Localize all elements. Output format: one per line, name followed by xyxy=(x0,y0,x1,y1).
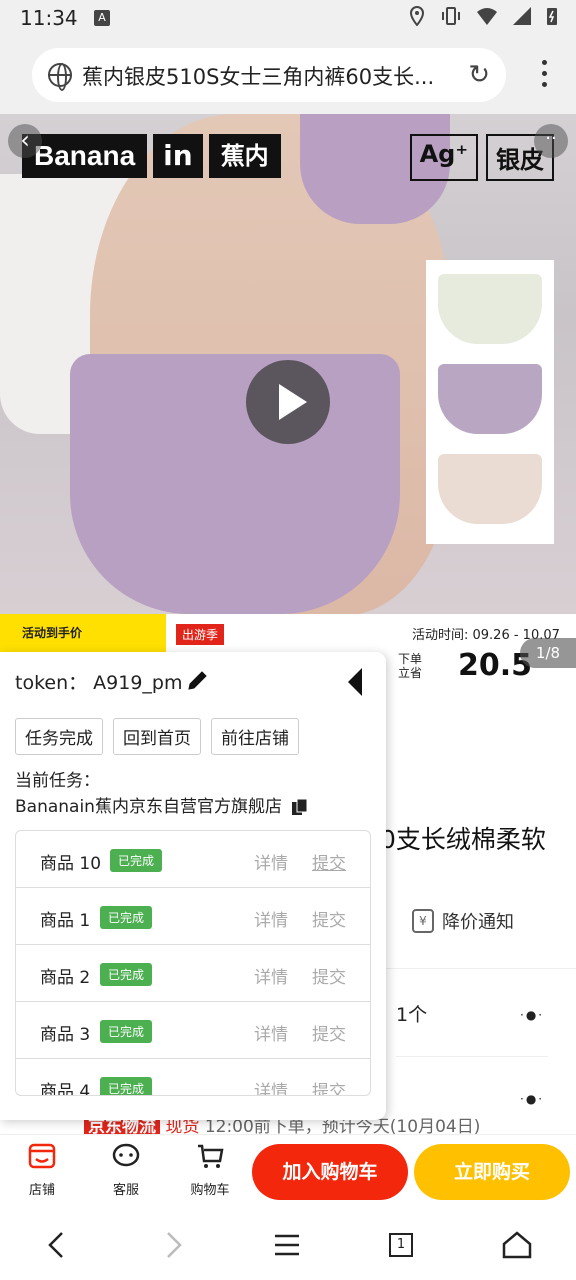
material-tags: Ag⁺ 银皮 xyxy=(409,134,554,181)
status-badge: 已完成 xyxy=(100,906,153,929)
tabs-icon: 1 xyxy=(389,1233,413,1257)
image-counter: 1/8 xyxy=(520,638,576,668)
task-list[interactable]: 商品 10 已完成 详情 提交 商品 1 已完成 详情 提交 商品 2 已完成 … xyxy=(15,830,371,1096)
task-name: 商品 3 xyxy=(40,1025,91,1045)
more-dots-icon-2[interactable]: ·●· xyxy=(520,1092,544,1106)
bottom-action-bar: 店铺 客服 购物车 加入购物车 立即购买 xyxy=(0,1134,576,1208)
task-name: 商品 1 xyxy=(40,911,91,931)
submit-link[interactable]: 提交 xyxy=(312,963,346,988)
browser-nav-bar: 1 xyxy=(0,1208,576,1280)
wifi-icon xyxy=(477,8,497,25)
menu-icon[interactable] xyxy=(270,1228,304,1262)
brand-in: in xyxy=(153,134,203,178)
task-done-button[interactable]: 任务完成 xyxy=(15,718,103,755)
token-label: token： xyxy=(15,672,88,694)
tag-ag: Ag⁺ xyxy=(409,134,478,181)
status-badge: 已完成 xyxy=(110,849,163,872)
globe-icon xyxy=(48,63,72,91)
home-icon[interactable] xyxy=(500,1228,534,1262)
notification-a-icon: A xyxy=(94,10,110,26)
quantity-value[interactable]: 1个 xyxy=(396,1000,427,1027)
token-value: A919_pm xyxy=(93,672,183,694)
task-row: 商品 4 已完成 详情 提交 xyxy=(16,1059,370,1096)
url-text[interactable]: 蕉内银皮510S女士三角内裤60支长... xyxy=(82,61,452,91)
status-badge: 已完成 xyxy=(100,963,153,986)
more-dots-icon[interactable]: ·●· xyxy=(520,1008,544,1022)
promo-tag: 出游季 xyxy=(176,624,225,645)
shop-label: 店铺 xyxy=(28,1183,55,1198)
brief-graphic xyxy=(70,354,400,614)
status-icons xyxy=(408,6,558,26)
signal-icon xyxy=(513,7,531,25)
more-icon[interactable]: ·· xyxy=(534,124,568,158)
service-button[interactable]: 客服 xyxy=(96,1143,156,1198)
task-row: 商品 2 已完成 详情 提交 xyxy=(16,945,370,1002)
detail-link[interactable]: 详情 xyxy=(254,906,288,931)
panel-buttons: 任务完成 回到首页 前往店铺 xyxy=(15,718,299,755)
collapse-panel-icon[interactable] xyxy=(348,668,362,696)
status-bar: 11:34 A xyxy=(0,0,576,36)
go-shop-button[interactable]: 前往店铺 xyxy=(211,718,299,755)
detail-link[interactable]: 详情 xyxy=(254,1077,288,1095)
address-bar[interactable]: 蕉内银皮510S女士三角内裤60支长... ↻ xyxy=(32,48,506,102)
status-badge: 已完成 xyxy=(100,1077,153,1095)
edit-pencil-icon[interactable] xyxy=(186,668,210,692)
swatch-purple xyxy=(438,364,542,434)
vibrate-icon xyxy=(442,7,460,25)
cart-icon xyxy=(198,1144,224,1168)
token-line: token： A919_pm xyxy=(15,668,182,695)
current-task-label: 当前任务： xyxy=(15,771,100,791)
task-name: 商品 2 xyxy=(40,968,91,988)
buy-now-button[interactable]: 立即购买 xyxy=(414,1144,570,1200)
detail-link[interactable]: 详情 xyxy=(254,963,288,988)
submit-link[interactable]: 提交 xyxy=(312,1077,346,1095)
task-row: 商品 3 已完成 详情 提交 xyxy=(16,1002,370,1059)
reload-icon[interactable]: ↻ xyxy=(468,60,490,90)
swatch-green xyxy=(438,274,542,344)
brand-jiaonei: 蕉内 xyxy=(208,134,281,178)
task-name: 商品 4 xyxy=(40,1082,91,1096)
play-video-icon[interactable] xyxy=(246,360,330,444)
browser-toolbar: 蕉内银皮510S女士三角内裤60支长... ↻ xyxy=(0,36,576,114)
add-to-cart-button[interactable]: 加入购物车 xyxy=(252,1144,408,1200)
go-home-button[interactable]: 回到首页 xyxy=(113,718,201,755)
cart-button[interactable]: 购物车 xyxy=(180,1143,240,1198)
shop-button[interactable]: 店铺 xyxy=(12,1143,72,1198)
task-row: 商品 10 已完成 详情 提交 xyxy=(16,831,370,888)
copy-icon[interactable] xyxy=(291,798,309,816)
submit-link[interactable]: 提交 xyxy=(312,849,346,874)
shop-icon xyxy=(28,1143,56,1169)
submit-link[interactable]: 提交 xyxy=(312,1020,346,1045)
customer-service-icon xyxy=(112,1143,140,1167)
status-time: 11:34 xyxy=(20,6,78,30)
service-label: 客服 xyxy=(112,1183,139,1198)
product-image[interactable]: Banana in 蕉内 Ag⁺ 银皮 ‹ ·· xyxy=(0,114,576,616)
brand-logo: Banana in 蕉内 xyxy=(22,134,281,178)
divider xyxy=(396,1056,548,1057)
price-drop-label: 降价通知 xyxy=(442,912,514,933)
price-tag-icon: ¥ xyxy=(412,909,434,933)
overflow-menu-icon[interactable] xyxy=(542,60,548,93)
back-icon[interactable] xyxy=(40,1228,74,1262)
detail-link[interactable]: 详情 xyxy=(254,849,288,874)
cart-label: 购物车 xyxy=(190,1183,230,1198)
task-panel: token： A919_pm 任务完成 回到首页 前往店铺 当前任务： Banan… xyxy=(0,652,386,1120)
promo-left-label: 活动到手价 xyxy=(22,626,83,640)
tabs-button[interactable]: 1 xyxy=(384,1228,418,1262)
product-title-partial: 0支长绒棉柔软 xyxy=(380,825,546,854)
task-row: 商品 1 已完成 详情 提交 xyxy=(16,888,370,945)
battery-icon xyxy=(547,8,557,25)
detail-link[interactable]: 详情 xyxy=(254,1020,288,1045)
location-icon xyxy=(409,6,425,26)
swatch-beige xyxy=(438,454,542,524)
task-name: 商品 10 xyxy=(40,854,102,874)
promo-save-label: 下单 立省 xyxy=(398,652,423,680)
status-badge: 已完成 xyxy=(100,1020,153,1043)
color-swatches xyxy=(426,260,554,544)
submit-link[interactable]: 提交 xyxy=(312,906,346,931)
forward-icon[interactable] xyxy=(156,1228,190,1262)
current-task-shop: Bananain蕉内京东自营官方旗舰店 xyxy=(15,792,309,817)
back-arrow-icon[interactable]: ‹ xyxy=(8,124,42,158)
price-drop-notify[interactable]: ¥ 降价通知 xyxy=(412,908,514,934)
